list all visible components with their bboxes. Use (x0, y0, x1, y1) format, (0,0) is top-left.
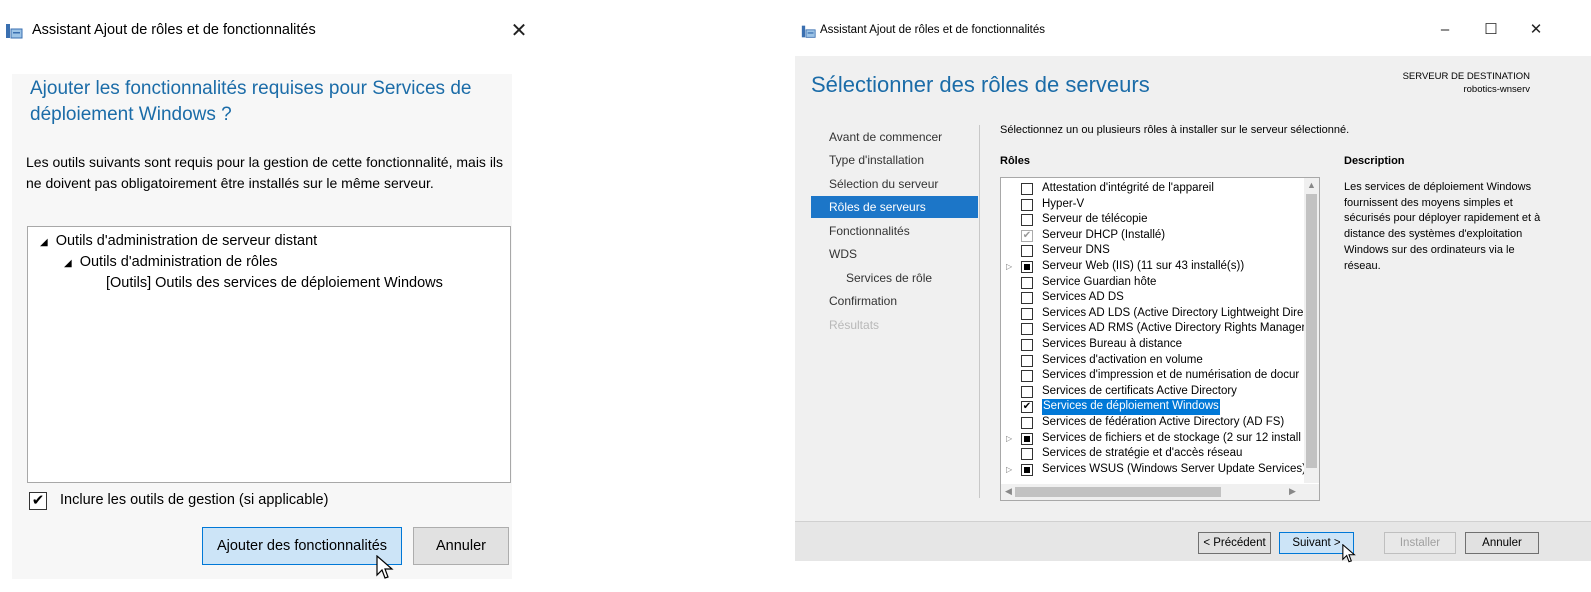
mouse-pointer-icon (376, 555, 394, 579)
instruction-text: Sélectionnez un ou plusieurs rôles à ins… (1000, 124, 1350, 136)
mouse-pointer-icon (1342, 544, 1356, 563)
roles-list[interactable]: Attestation d'intégrité de l'appareil Hy… (1000, 177, 1320, 501)
role-checkbox[interactable] (1021, 323, 1033, 336)
role-checkbox[interactable] (1021, 214, 1033, 227)
role-checkbox[interactable] (1021, 276, 1033, 289)
nav-item-installation-type[interactable]: Type d'installation (811, 149, 978, 171)
dialog-title: Assistant Ajout de rôles et de fonctionn… (32, 22, 316, 38)
nav-item-confirmation[interactable]: Confirmation (811, 290, 978, 312)
nav-item-results: Résultats (829, 318, 880, 332)
role-description-text: Les services de déploiement Windows four… (1344, 181, 1541, 272)
scroll-left-icon[interactable]: ◀ (1005, 486, 1012, 497)
expanded-triangle-icon[interactable]: ◢ (40, 237, 48, 248)
role-checkbox-partial[interactable] (1021, 463, 1033, 476)
destination-server-label: SERVEUR DE DESTINATION (1402, 71, 1530, 82)
nav-item-server-roles[interactable]: Rôles de serveurs (811, 196, 978, 218)
maximize-icon[interactable]: ☐ (1481, 20, 1501, 40)
minimize-icon[interactable]: – (1435, 20, 1455, 40)
role-checkbox-partial[interactable] (1021, 261, 1033, 273)
role-checkbox[interactable] (1021, 448, 1033, 461)
scroll-right-icon[interactable]: ▶ (1289, 486, 1296, 497)
role-checkbox[interactable] (1021, 385, 1033, 398)
tree-node-wds-tools[interactable]: [Outils] Outils des services de déploiem… (106, 275, 443, 291)
wizard-title: Assistant Ajout de rôles et de fonctionn… (820, 24, 1046, 36)
tree-node-remote-admin-tools[interactable]: ◢ Outils d'administration de serveur dist… (40, 233, 317, 249)
vertical-scrollbar[interactable]: ▲ (1304, 178, 1319, 483)
expanded-triangle-icon[interactable]: ◢ (64, 258, 72, 269)
role-checkbox[interactable] (1021, 339, 1033, 351)
cancel-button[interactable]: Annuler (413, 527, 509, 565)
include-tools-checkbox[interactable]: ✔ (29, 492, 47, 510)
nav-item-wds[interactable]: WDS (811, 243, 978, 265)
vertical-scroll-thumb[interactable] (1306, 194, 1317, 468)
install-button: Installer (1384, 532, 1456, 554)
close-icon[interactable]: ✕ (508, 20, 530, 42)
role-checkbox[interactable] (1021, 307, 1033, 320)
left-dialog-window: Assistant Ajout de rôles et de fonctionn… (0, 0, 540, 592)
dialog-heading: Ajouter les fonctionnalités requises pou… (30, 78, 472, 125)
required-features-tree[interactable]: ◢ Outils d'administration de serveur dist… (27, 226, 511, 483)
nav-item-features[interactable]: Fonctionnalités (811, 220, 978, 242)
role-checkbox[interactable] (1021, 292, 1033, 305)
nav-item-server-selection[interactable]: Sélection du serveur (811, 173, 978, 195)
role-checkbox[interactable] (1021, 183, 1033, 195)
horizontal-scroll-thumb[interactable] (1015, 487, 1221, 497)
horizontal-scrollbar[interactable]: ◀ ▶ (1001, 484, 1319, 500)
cancel-button[interactable]: Annuler (1465, 532, 1539, 554)
role-checkbox-installed: ✔ (1021, 229, 1033, 242)
scroll-up-icon[interactable]: ▲ (1307, 180, 1316, 190)
server-manager-app-icon (6, 24, 23, 39)
nav-item-before-you-begin[interactable]: Avant de commencer (811, 126, 978, 148)
include-tools-label[interactable]: Inclure les outils de gestion (si applic… (60, 492, 328, 508)
right-wizard-window: Assistant Ajout de rôles et de fonctionn… (795, 0, 1591, 592)
expand-arrow-icon[interactable]: ▷ (1006, 431, 1014, 447)
role-checkbox-partial[interactable] (1021, 432, 1033, 445)
role-checkbox[interactable] (1021, 370, 1033, 383)
close-icon[interactable]: ✕ (1526, 20, 1546, 40)
dialog-description: Les outils suivants sont requis pour la … (26, 154, 504, 191)
role-checkbox-checked[interactable]: ✔ (1021, 401, 1033, 414)
nav-item-role-services[interactable]: Services de rôle (811, 267, 978, 289)
role-checkbox[interactable] (1021, 354, 1033, 367)
tree-node-role-admin-tools[interactable]: ◢ Outils d'administration de rôles (64, 254, 278, 270)
page-title: Sélectionner des rôles de serveurs (811, 72, 1150, 97)
nav-divider (979, 125, 980, 498)
expand-arrow-icon[interactable]: ▷ (1006, 462, 1014, 478)
description-header: Description (1344, 155, 1405, 167)
add-features-button[interactable]: Ajouter des fonctionnalités (202, 527, 402, 565)
roles-header: Rôles (1000, 155, 1030, 167)
destination-server-name: robotics-wnserv (1463, 84, 1530, 95)
role-checkbox[interactable] (1021, 417, 1033, 429)
expand-arrow-icon[interactable]: ▷ (1006, 259, 1014, 275)
role-checkbox[interactable] (1021, 198, 1033, 211)
previous-button[interactable]: < Précédent (1198, 532, 1271, 554)
role-checkbox[interactable] (1021, 245, 1033, 258)
server-manager-app-icon (801, 25, 816, 38)
